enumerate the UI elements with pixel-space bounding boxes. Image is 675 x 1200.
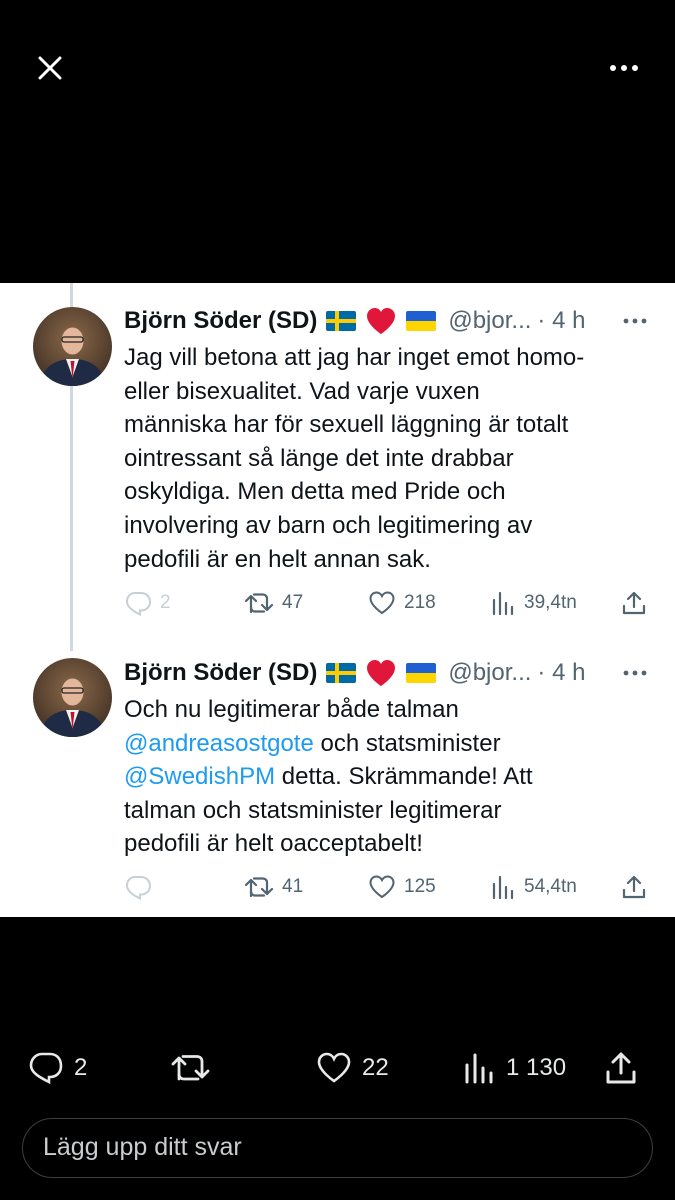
tweet-actions: 2 47 218 39,4tn [124,588,654,618]
tweet-text-fragment: detta. Skrämmande! Att [275,763,533,791]
reply-count: 2 [160,592,171,613]
view-count: 1 130 [506,1054,567,1081]
analytics-icon [492,875,514,900]
retweet-button[interactable] [170,1040,212,1096]
retweet-count: 47 [282,592,304,613]
thread-card: Björn Söder (SD) @bjor... · 4 h Jag vill… [0,283,675,917]
author-handle[interactable]: @bjor... [448,307,531,335]
more-horizontal-icon [610,65,638,71]
like-count: 125 [404,876,436,897]
tweet[interactable]: Björn Söder (SD) @bjor... · 4 h Och nu l… [0,635,675,917]
share-icon [622,875,646,899]
like-button[interactable]: 125 [368,872,436,902]
reply-count: 2 [74,1054,88,1081]
author-name[interactable]: Björn Söder (SD) [124,659,317,687]
tweet-text: Jag vill betona att jag har inget emot h… [124,341,654,576]
tweet-text-line: Och nu legitimerar både talman [124,696,459,723]
red-heart-icon [367,308,396,334]
reply-icon [29,1052,63,1085]
tweet-header: Björn Söder (SD) @bjor... · 4 h [124,655,585,691]
reply-button[interactable]: 2 [28,1040,87,1096]
tweet-text-line: @SwedishPM detta. Skrämmande! Att [124,760,654,794]
avatar[interactable] [33,307,112,386]
retweet-count: 41 [282,876,304,897]
flag-ukraine-icon [406,663,437,683]
retweet-button[interactable]: 47 [244,588,303,618]
mention-link[interactable]: @SwedishPM [124,763,275,790]
top-bar [0,0,675,140]
tweet-text-line: ointressant så länge det inte drabbar [124,444,514,472]
close-icon [38,56,62,80]
red-heart-icon [367,660,396,686]
tweet-text-line: involvering av barn och legitimering av [124,511,533,539]
like-count: 218 [404,592,436,613]
like-count: 22 [362,1054,389,1081]
tweet-text-line: @andreasostgote och statsminister [124,727,654,761]
view-count: 39,4tn [524,592,577,613]
tweet-text-line: talman och statsminister legitimerar [124,796,502,824]
view-count: 54,4tn [524,876,577,897]
author-handle[interactable]: @bjor... [448,659,531,687]
reply-input[interactable] [43,1119,633,1176]
bottom-action-bar: 2 22 1 130 [0,1040,675,1096]
more-horizontal-icon [623,318,647,324]
reply-button[interactable]: 2 [124,588,171,618]
retweet-button[interactable]: 41 [244,872,303,902]
retweet-icon [244,877,274,898]
share-icon [622,591,646,615]
share-button[interactable] [604,1040,638,1096]
retweet-icon [244,593,274,614]
analytics-icon [492,591,514,616]
share-button[interactable] [621,872,647,902]
mention-link[interactable]: @andreasostgote [124,730,314,757]
more-options-button[interactable] [600,48,648,88]
heart-icon [369,591,395,615]
like-button[interactable]: 22 [316,1040,389,1096]
tweet-text-line: pedofili är en helt annan sak. [124,545,431,573]
reply-icon [125,876,152,900]
reply-button[interactable] [124,872,160,902]
more-horizontal-icon [623,670,647,676]
share-button[interactable] [621,588,647,618]
reply-box[interactable] [22,1118,653,1178]
views-button[interactable]: 1 130 [462,1040,566,1096]
author-name[interactable]: Björn Söder (SD) [124,307,317,335]
flag-sweden-icon [326,311,357,331]
avatar[interactable] [33,658,112,737]
tweet-actions: 41 125 54,4tn [124,872,654,902]
reply-icon [125,592,152,616]
heart-icon [317,1052,351,1083]
retweet-icon [171,1055,210,1081]
timestamp[interactable]: · 4 h [537,659,585,687]
tweet-more-button[interactable] [620,309,650,333]
views-button[interactable]: 39,4tn [490,588,577,618]
share-icon [606,1052,636,1084]
tweet-text: Och nu legitimerar både talman @andreaso… [124,693,654,861]
tweet-header: Björn Söder (SD) @bjor... · 4 h [124,303,585,339]
close-button[interactable] [30,48,70,88]
analytics-icon [465,1053,493,1084]
tweet-text-line: Jag vill betona att jag har inget emot h… [124,344,585,371]
tweet-text-line: oskyldiga. Men detta med Pride och [124,478,506,506]
flag-ukraine-icon [406,311,437,331]
tweet-text-line: människa har för sexuell läggning är tot… [124,411,569,439]
tweet-text-fragment: och statsminister [313,729,501,757]
timestamp[interactable]: · 4 h [537,307,585,335]
like-button[interactable]: 218 [368,588,436,618]
tweet-text-line: pedofili är helt oacceptabelt! [124,830,423,858]
tweet-text-line: eller bisexualitet. Vad varje vuxen [124,377,480,405]
heart-icon [369,875,395,899]
tweet-more-button[interactable] [620,661,650,685]
flag-sweden-icon [326,663,357,683]
views-button[interactable]: 54,4tn [490,872,577,902]
tweet[interactable]: Björn Söder (SD) @bjor... · 4 h Jag vill… [0,283,675,633]
